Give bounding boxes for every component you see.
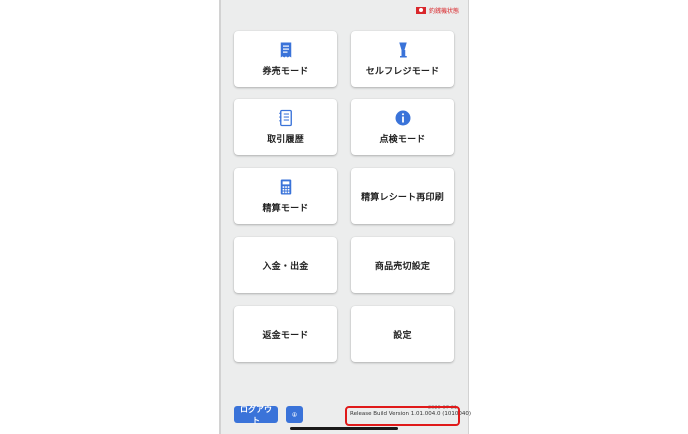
settings-button[interactable]: 設定	[351, 306, 454, 362]
ticket-sales-mode-button[interactable]: 券売モード	[234, 31, 337, 87]
status-flag-icon	[415, 7, 426, 14]
calculator-icon	[280, 179, 291, 195]
reprint-settlement-receipt-button[interactable]: 精算レシート再印刷	[351, 168, 454, 224]
logout-button[interactable]: ログアウト	[234, 405, 278, 425]
tile-label: 精算モード	[262, 204, 309, 214]
inspection-mode-button[interactable]: 点検モード	[351, 99, 454, 155]
refund-mode-button[interactable]: 返金モード	[234, 306, 337, 362]
home-indicator-bar	[290, 427, 398, 430]
settlement-mode-button[interactable]: 精算モード	[234, 168, 337, 224]
sold-out-settings-button[interactable]: 商品売切設定	[351, 237, 454, 293]
deposit-withdrawal-button[interactable]: 入金・出金	[234, 237, 337, 293]
tile-label: 入金・出金	[262, 261, 309, 272]
account-button[interactable]	[286, 406, 303, 423]
tile-label: 券売モード	[262, 67, 309, 77]
version-highlight-box	[345, 406, 460, 426]
tile-label: 点検モード	[379, 135, 426, 145]
tile-label: 返金モード	[262, 330, 309, 341]
account-circle-icon	[292, 412, 297, 417]
tile-label: セルフレジモード	[365, 67, 440, 77]
notebook-icon	[278, 109, 292, 127]
receipt-icon	[280, 42, 291, 58]
tile-label: 商品売切設定	[374, 261, 431, 272]
tile-label: 精算レシート再印刷	[361, 192, 444, 203]
status-label: 釣銭機状態	[428, 8, 459, 15]
self-checkout-mode-button[interactable]: セルフレジモード	[351, 31, 454, 87]
tablet-stand-icon	[398, 42, 407, 58]
transaction-history-button[interactable]: 取引履歴	[234, 99, 337, 155]
change-machine-status[interactable]: 釣銭機状態	[415, 6, 459, 15]
tile-label: 設定	[393, 330, 412, 341]
tile-label: 取引履歴	[267, 135, 304, 145]
device-edge-right	[468, 0, 469, 434]
info-icon	[395, 110, 410, 126]
